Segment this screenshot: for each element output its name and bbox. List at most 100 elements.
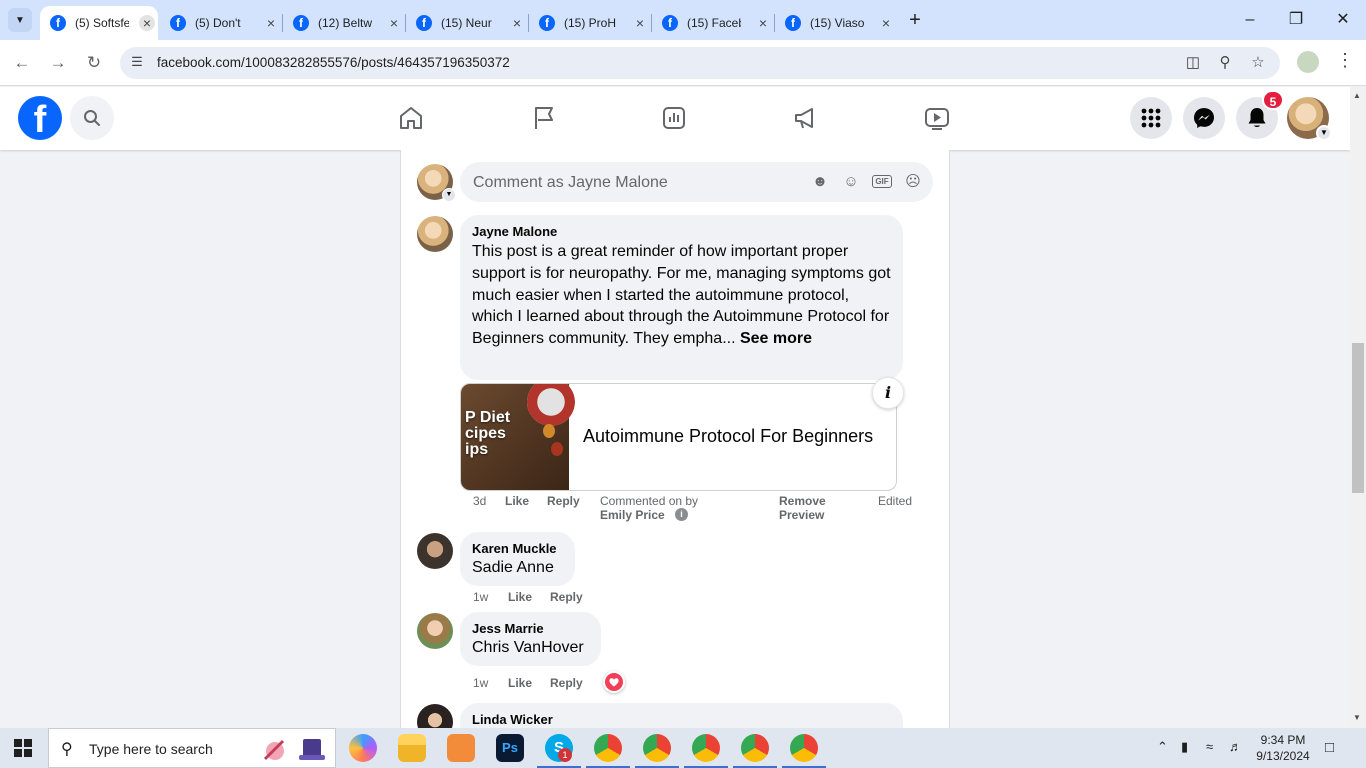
back-button[interactable]: ← [10, 51, 34, 75]
taskbar-clock[interactable]: 9:34 PM 9/13/2024 [1255, 732, 1311, 764]
tab-title: (15) Viaso [810, 16, 864, 30]
love-reaction-icon[interactable] [603, 671, 625, 693]
reply-link[interactable]: Reply [550, 590, 583, 604]
browser-profile-icon[interactable] [1297, 51, 1319, 73]
close-tab-icon[interactable]: × [139, 15, 155, 31]
minimize-button[interactable]: – [1238, 8, 1262, 32]
copilot-app-icon[interactable] [349, 734, 377, 762]
browser-tab[interactable]: f (5) Softsfe × [40, 6, 158, 40]
wifi-icon[interactable]: ≈ [1206, 739, 1213, 754]
restore-button[interactable]: ❐ [1284, 8, 1308, 32]
grid-menu-icon [1141, 108, 1161, 128]
zoom-icon[interactable]: ⚲ [1215, 53, 1235, 73]
commenter-avatar[interactable] [417, 533, 453, 569]
reload-button[interactable]: ↻ [82, 51, 106, 75]
site-info-icon[interactable]: ☰ [128, 54, 146, 72]
comment-author[interactable]: Linda Wicker [472, 711, 891, 728]
chevron-down-icon[interactable]: ▼ [1316, 125, 1332, 141]
gif-icon[interactable]: GIF [872, 172, 892, 192]
tagged-name[interactable]: Sadie Anne [472, 558, 563, 578]
ad-center-megaphone-icon[interactable] [792, 104, 820, 132]
insights-icon[interactable] [660, 104, 688, 132]
reply-link[interactable]: Reply [550, 676, 583, 690]
commenter-avatar[interactable] [417, 216, 453, 252]
scrollbar-thumb[interactable] [1352, 343, 1364, 493]
watch-video-icon[interactable] [923, 104, 951, 132]
close-tab-icon[interactable]: × [755, 15, 771, 31]
close-window-button[interactable]: ✕ [1331, 8, 1355, 32]
photoshop-app-icon[interactable]: Ps [496, 734, 524, 762]
browser-toolbar: ← → ↻ ☰ facebook.com/100083282855576/pos… [0, 40, 1366, 86]
link-preview-title[interactable]: Autoimmune Protocol For Beginners [583, 426, 873, 447]
browser-tab[interactable]: f (15) Viaso × [775, 6, 895, 40]
chrome-profile-app-icon[interactable] [733, 734, 777, 768]
url-text[interactable]: facebook.com/100083282855576/posts/46435… [157, 55, 510, 70]
scroll-up-arrow-icon[interactable]: ▲ [1353, 91, 1361, 100]
sticky-app-icon[interactable] [447, 734, 475, 762]
page-scrollbar[interactable]: ▲ ▼ [1350, 87, 1366, 728]
chrome-app-icon[interactable] [586, 734, 630, 768]
chrome-profile-app-icon[interactable] [684, 734, 728, 768]
tab-title: (15) Neur [441, 16, 492, 30]
comment-author[interactable]: Jayne Malone [472, 223, 891, 241]
comment-input[interactable]: Comment as Jayne Malone ☻ ☺ GIF ☹ [460, 162, 933, 202]
close-tab-icon[interactable]: × [386, 15, 402, 31]
edited-label: Edited [878, 494, 913, 508]
forward-button[interactable]: → [46, 51, 70, 75]
comment-author[interactable]: Jess Marrie [472, 620, 589, 638]
reply-link[interactable]: Reply [547, 494, 580, 508]
volume-icon[interactable]: ♬ [1229, 739, 1242, 754]
facebook-logo[interactable]: f [18, 96, 62, 140]
avatar-sticker-icon[interactable]: ☻ [810, 172, 830, 192]
bookmark-star-icon[interactable]: ☆ [1248, 53, 1268, 73]
sticker-icon[interactable]: ☹ [903, 172, 923, 192]
menu-grid-button[interactable] [1130, 97, 1172, 139]
comment-author[interactable]: Karen Muckle [472, 540, 563, 558]
file-explorer-icon[interactable] [398, 734, 426, 762]
emoji-icon[interactable]: ☺ [841, 172, 861, 192]
chevron-down-icon[interactable]: ▼ [442, 188, 456, 202]
messenger-button[interactable] [1183, 97, 1225, 139]
tab-search-button[interactable]: ▼ [8, 8, 32, 32]
taskbar-search-box[interactable]: ⚲ Type here to search [48, 728, 336, 768]
info-icon[interactable]: i [872, 377, 904, 409]
info-circle-icon[interactable]: i [675, 508, 688, 521]
like-link[interactable]: Like [508, 590, 532, 604]
comment-time[interactable]: 3d [473, 494, 486, 508]
comment-bubble: Karen Muckle Sadie Anne [460, 532, 575, 586]
close-tab-icon[interactable]: × [263, 15, 279, 31]
scroll-down-arrow-icon[interactable]: ▼ [1353, 713, 1361, 722]
tagged-name[interactable]: Chris VanHover [472, 638, 589, 658]
commented-on-by-name[interactable]: Emily Price [600, 508, 665, 522]
browser-menu-icon[interactable]: ⋮ [1336, 50, 1354, 71]
facebook-search-button[interactable] [70, 96, 114, 140]
browser-tab[interactable]: f (5) Don't × [160, 6, 280, 40]
link-preview-card[interactable]: P Diet cipes ips Autoimmune Protocol For… [460, 383, 897, 491]
browser-tab[interactable]: f (15) Faceb × [652, 6, 772, 40]
like-link[interactable]: Like [505, 494, 529, 508]
commenter-avatar[interactable] [417, 613, 453, 649]
like-link[interactable]: Like [508, 676, 532, 690]
address-bar[interactable]: ☰ facebook.com/100083282855576/posts/464… [120, 47, 1280, 79]
see-more-link[interactable]: See more [740, 330, 812, 347]
battery-icon[interactable]: ▮ [1181, 739, 1188, 755]
remove-preview-link[interactable]: Remove Preview [779, 494, 826, 522]
close-tab-icon[interactable]: × [632, 15, 648, 31]
chrome-profile-app-icon[interactable] [782, 734, 826, 768]
new-tab-button[interactable]: + [904, 9, 926, 31]
commenter-avatar[interactable] [417, 704, 453, 728]
install-app-icon[interactable]: ◫ [1183, 53, 1203, 73]
comment-time[interactable]: 1w [473, 676, 488, 690]
home-icon[interactable] [397, 104, 425, 132]
pages-flag-icon[interactable] [530, 104, 558, 132]
browser-tab[interactable]: f (15) ProH × [529, 6, 649, 40]
comment-time[interactable]: 1w [473, 590, 488, 604]
close-tab-icon[interactable]: × [509, 15, 525, 31]
notification-center-icon[interactable]: □ [1325, 739, 1334, 756]
close-tab-icon[interactable]: × [878, 15, 894, 31]
show-hidden-icons-chevron-icon[interactable]: ⌃ [1157, 739, 1168, 755]
windows-start-icon[interactable] [14, 739, 32, 757]
browser-tab[interactable]: f (12) Beltw × [283, 6, 403, 40]
browser-tab[interactable]: f (15) Neur × [406, 6, 526, 40]
chrome-profile-app-icon[interactable] [635, 734, 679, 768]
